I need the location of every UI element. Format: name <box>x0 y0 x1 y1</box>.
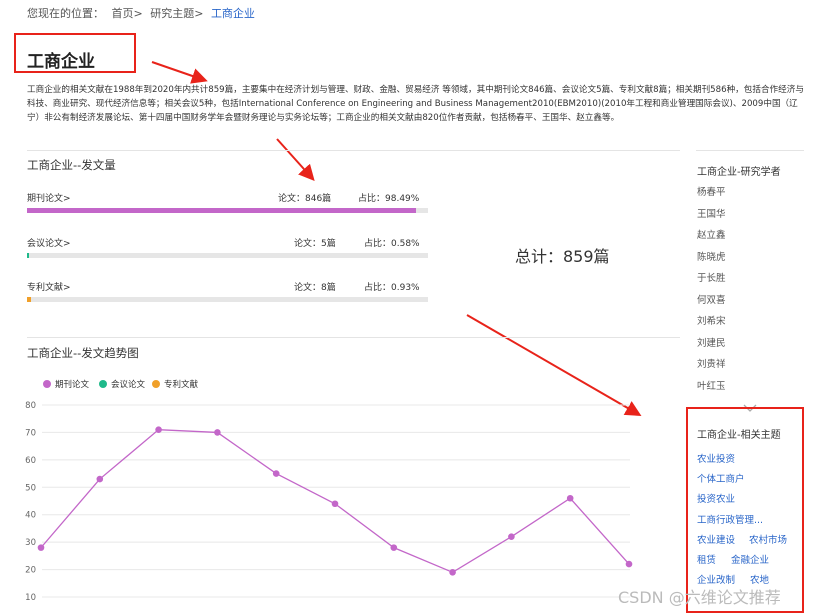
trend-heading: 工商企业--发文趋势图 <box>27 346 139 360</box>
y-tick-label: 60 <box>25 456 36 466</box>
watermark: CSDN @六维论文推荐 <box>618 588 781 607</box>
scholars-title: 工商企业-研究学者 <box>697 167 781 178</box>
y-tick-label: 20 <box>25 566 36 576</box>
data-point[interactable] <box>390 544 398 551</box>
related-topic-link[interactable]: 投资农业 <box>697 491 735 505</box>
scholar-link[interactable]: 杨春平 <box>697 184 726 198</box>
scholar-link[interactable]: 刘建民 <box>697 335 726 349</box>
volume-row-label[interactable]: 专利文献> <box>27 280 71 293</box>
progress-track <box>27 297 428 302</box>
scholar-link[interactable]: 赵立鑫 <box>697 227 726 241</box>
trend-line-chart: 80 70 60 50 40 30 20 10 <box>25 401 633 603</box>
scholar-link[interactable]: 于长胜 <box>697 270 726 284</box>
progress-fill <box>27 297 31 302</box>
related-topic-link[interactable]: 农业投资 <box>697 451 735 465</box>
y-tick-label: 80 <box>25 401 36 411</box>
legend-label: 专利文献 <box>164 380 199 390</box>
related-topic-link[interactable]: 金融企业 <box>731 552 769 566</box>
data-point[interactable] <box>155 426 162 433</box>
scholar-link[interactable]: 刘贵祥 <box>697 356 726 370</box>
topic-description: 工商企业的相关文献在1988年到2020年内共计859篇，主要集中在经济计划与管… <box>27 85 804 123</box>
volume-row-ratio: 占比：0.58% <box>364 239 420 249</box>
progress-track <box>27 253 428 258</box>
related-topic-link[interactable]: 租赁 <box>697 552 716 566</box>
scholar-link[interactable]: 王国华 <box>697 206 726 220</box>
annotation-arrow <box>151 61 208 84</box>
volume-heading: 工商企业--发文量 <box>27 158 116 172</box>
related-topic-link[interactable]: 个体工商户 <box>697 471 745 485</box>
data-point[interactable] <box>449 569 456 576</box>
related-topic-link[interactable]: 农村市场 <box>749 532 787 546</box>
divider <box>27 337 680 338</box>
legend-swatch <box>99 380 107 388</box>
divider <box>27 150 680 151</box>
volume-row-count: 论文：5篇 <box>294 239 336 249</box>
volume-row-ratio: 占比：0.93% <box>364 283 420 293</box>
related-topic-link[interactable]: 农业建设 <box>697 532 735 546</box>
scholar-link[interactable]: 陈晓虎 <box>697 249 726 263</box>
y-tick-label: 30 <box>25 538 36 548</box>
legend-label: 会议论文 <box>111 380 146 390</box>
data-point[interactable] <box>508 533 515 540</box>
volume-row-ratio: 占比：98.49% <box>358 194 420 204</box>
legend-swatch <box>152 380 160 388</box>
scholar-link[interactable]: 叶红玉 <box>697 378 726 392</box>
y-tick-label: 40 <box>25 511 36 521</box>
progress-fill <box>27 253 30 258</box>
scholar-link[interactable]: 何双喜 <box>697 292 726 306</box>
volume-row-count: 论文：8篇 <box>294 283 336 293</box>
data-point[interactable] <box>272 470 280 477</box>
divider <box>696 150 804 151</box>
data-point[interactable] <box>625 560 633 568</box>
volume-row-count: 论文：846篇 <box>278 194 332 204</box>
volume-row-label[interactable]: 会议论文> <box>27 236 71 249</box>
legend-item[interactable]: 专利文献 <box>152 378 198 390</box>
y-tick-label: 10 <box>25 593 36 603</box>
volume-row-label[interactable]: 期刊论文> <box>27 191 71 204</box>
total-count: 总计：859篇 <box>515 247 610 266</box>
related-topic-link[interactable]: 工商行政管理... <box>697 512 763 526</box>
topics-title: 工商企业-相关主题 <box>697 430 781 441</box>
data-point[interactable] <box>566 494 574 502</box>
progress-fill <box>27 208 416 213</box>
legend-swatch <box>43 380 51 388</box>
scholar-link[interactable]: 刘希宋 <box>697 313 726 327</box>
data-point[interactable] <box>37 544 45 551</box>
data-point[interactable] <box>331 500 339 508</box>
y-tick-label: 50 <box>25 483 36 493</box>
data-point[interactable] <box>96 475 104 483</box>
legend-item[interactable]: 期刊论文 <box>43 378 89 390</box>
y-tick-label: 70 <box>25 428 36 438</box>
annotation-arrow <box>276 138 315 181</box>
progress-track <box>27 208 428 213</box>
data-point[interactable] <box>214 429 221 436</box>
legend-item[interactable]: 会议论文 <box>99 378 145 390</box>
legend-label: 期刊论文 <box>55 380 90 390</box>
